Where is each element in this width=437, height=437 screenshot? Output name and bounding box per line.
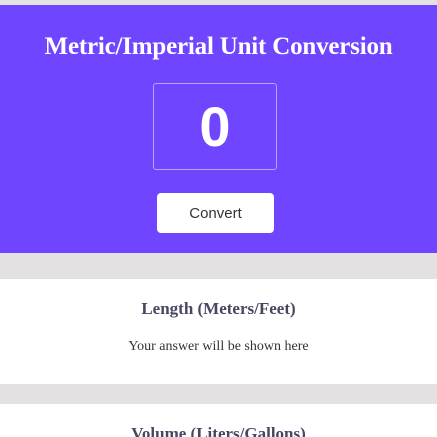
page-title: Metric/Imperial Unit Conversion [44, 33, 393, 60]
length-title: Length (Meters/Feet) [141, 299, 296, 318]
volume-card: Volume (Liters/Gallons) [0, 404, 437, 437]
value-input[interactable] [153, 83, 277, 170]
length-card: Length (Meters/Feet) Your answer will be… [0, 279, 437, 384]
section-divider [0, 384, 437, 404]
section-divider [0, 253, 437, 279]
length-result: Your answer will be shown here [128, 339, 309, 354]
convert-button[interactable]: Convert [157, 193, 274, 233]
header-banner: Metric/Imperial Unit Conversion Convert [0, 5, 437, 253]
volume-title: Volume (Liters/Gallons) [131, 424, 306, 437]
